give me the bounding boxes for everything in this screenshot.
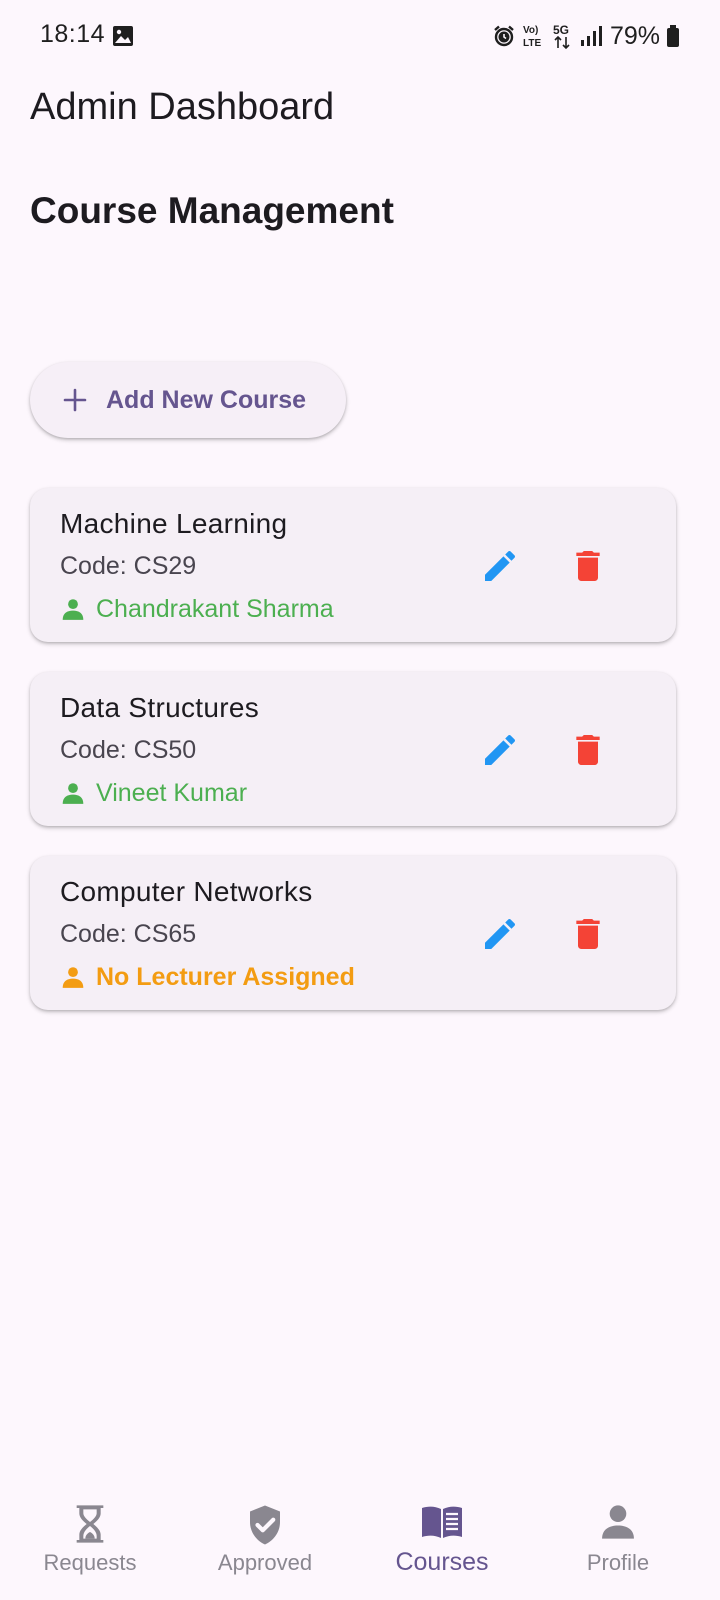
course-name: Machine Learning (60, 508, 288, 539)
nav-label: Profile (586, 1550, 650, 1575)
delete-course-button[interactable] (564, 726, 612, 774)
status-time: 18:14 (40, 20, 106, 48)
edit-course-button[interactable] (476, 726, 524, 774)
course-lecturer: Chandrakant Sharma (60, 594, 334, 624)
delete-course-button[interactable] (564, 910, 612, 958)
signal-icon (580, 26, 602, 46)
volte-icon: Vo) LTE (523, 25, 541, 49)
shield-check-icon (250, 1505, 280, 1545)
delete-course-button[interactable] (564, 542, 612, 590)
course-card: Computer Networks Code: CS65 No Lecturer… (30, 856, 676, 1010)
book-icon (422, 1506, 462, 1538)
nav-item-courses[interactable]: Courses (352, 1488, 532, 1600)
person-icon (602, 1505, 634, 1539)
course-card: Machine Learning Code: CS29 Chandrakant … (30, 488, 676, 642)
status-bar: 18:14 Vo) LTE 5G 79% (0, 0, 720, 72)
hourglass-icon (76, 1505, 104, 1543)
gallery-notification-icon (113, 26, 133, 46)
course-code: Code: CS50 (60, 736, 197, 764)
alarm-icon (494, 25, 514, 47)
pencil-icon (485, 734, 516, 765)
course-card: Data Structures Code: CS50 Vineet Kumar (30, 672, 676, 826)
svg-text:Vo): Vo) (523, 25, 538, 36)
nav-label: Approved (217, 1550, 313, 1575)
nav-label: Requests (43, 1550, 137, 1575)
course-name: Data Structures (60, 692, 260, 723)
nav-item-approved[interactable]: Approved (175, 1488, 355, 1600)
svg-text:5G: 5G (553, 23, 569, 37)
course-lecturer: No Lecturer Assigned (60, 962, 355, 992)
battery-percentage: 79% (609, 21, 660, 50)
trash-icon (576, 551, 600, 581)
nav-item-profile[interactable]: Profile (528, 1488, 708, 1600)
section-title: Course Management (30, 190, 394, 231)
course-lecturer: Vineet Kumar (60, 778, 247, 808)
plus-icon (63, 388, 87, 412)
course-name: Computer Networks (60, 876, 313, 907)
battery-icon (667, 25, 679, 47)
pencil-icon (485, 918, 516, 949)
nav-item-requests[interactable]: Requests (0, 1488, 180, 1600)
5g-icon: 5G (553, 23, 570, 50)
person-icon (62, 967, 84, 988)
trash-icon (576, 735, 600, 765)
lecturer-name: Vineet Kumar (96, 778, 248, 807)
lecturer-name: Chandrakant Sharma (96, 594, 334, 623)
add-new-course-button[interactable]: Add New Course (30, 362, 346, 438)
person-icon (62, 599, 84, 620)
pencil-icon (485, 550, 516, 581)
app-title: Admin Dashboard (30, 86, 335, 128)
nav-label: Courses (395, 1548, 489, 1576)
course-code: Code: CS65 (60, 920, 197, 948)
trash-icon (576, 919, 600, 949)
bottom-navigation: Requests Approved Courses Profile (0, 1488, 720, 1600)
svg-text:LTE: LTE (523, 38, 541, 49)
person-icon (62, 783, 84, 804)
status-indicators: Vo) LTE 5G 79% (492, 20, 680, 52)
course-code: Code: CS29 (60, 552, 197, 580)
edit-course-button[interactable] (476, 542, 524, 590)
lecturer-name: No Lecturer Assigned (96, 962, 355, 991)
add-new-course-label: Add New Course (106, 385, 307, 414)
edit-course-button[interactable] (476, 910, 524, 958)
